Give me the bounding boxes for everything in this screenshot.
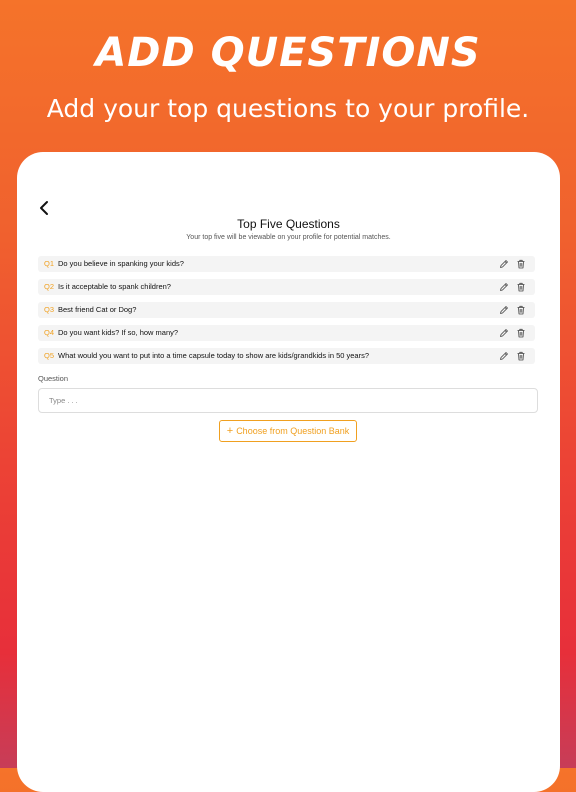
pencil-icon[interactable]: [499, 259, 509, 269]
question-text: What would you want to put into a time c…: [58, 351, 370, 360]
trash-icon[interactable]: [516, 259, 526, 269]
question-text: Is it acceptable to spank children?: [58, 282, 171, 291]
question-number: Q4: [44, 328, 55, 337]
chevron-left-icon[interactable]: [37, 200, 53, 216]
question-text: Best friend Cat or Dog?: [58, 305, 137, 314]
trash-icon[interactable]: [516, 351, 526, 361]
pencil-icon[interactable]: [499, 305, 509, 315]
question-number: Q3: [44, 305, 55, 314]
question-field-label: Question: [38, 374, 69, 383]
pencil-icon[interactable]: [499, 328, 509, 338]
question-row: Q3 Best friend Cat or Dog?: [38, 302, 535, 318]
question-number: Q5: [44, 351, 55, 360]
question-bank-button[interactable]: + Choose from Question Bank: [219, 420, 357, 442]
promo-subtitle: Add your top questions to your profile.: [46, 94, 530, 123]
question-number: Q1: [44, 259, 55, 268]
question-text: Do you want kids? If so, how many?: [58, 328, 179, 337]
plus-icon: +: [226, 424, 234, 437]
trash-icon[interactable]: [516, 328, 526, 338]
question-row: Q5 What would you want to put into a tim…: [38, 348, 535, 364]
question-text: Do you believe in spanking your kids?: [58, 259, 184, 268]
trash-icon[interactable]: [516, 282, 526, 292]
page-description: Your top five will be viewable on your p…: [186, 234, 391, 241]
pencil-icon[interactable]: [499, 282, 509, 292]
trash-icon[interactable]: [516, 305, 526, 315]
question-number: Q2: [44, 282, 55, 291]
question-input[interactable]: [38, 388, 538, 413]
question-row: Q1 Do you believe in spanking your kids?: [38, 256, 535, 272]
question-bank-button-label: Choose from Question Bank: [236, 426, 350, 436]
question-row: Q2 Is it acceptable to spank children?: [38, 279, 535, 295]
question-row: Q4 Do you want kids? If so, how many?: [38, 325, 535, 341]
page-title: Top Five Questions: [237, 217, 340, 231]
question-card: Top Five Questions Your top five will be…: [17, 152, 560, 792]
pencil-icon[interactable]: [499, 351, 509, 361]
promo-title: ADD QUESTIONS: [95, 30, 481, 76]
